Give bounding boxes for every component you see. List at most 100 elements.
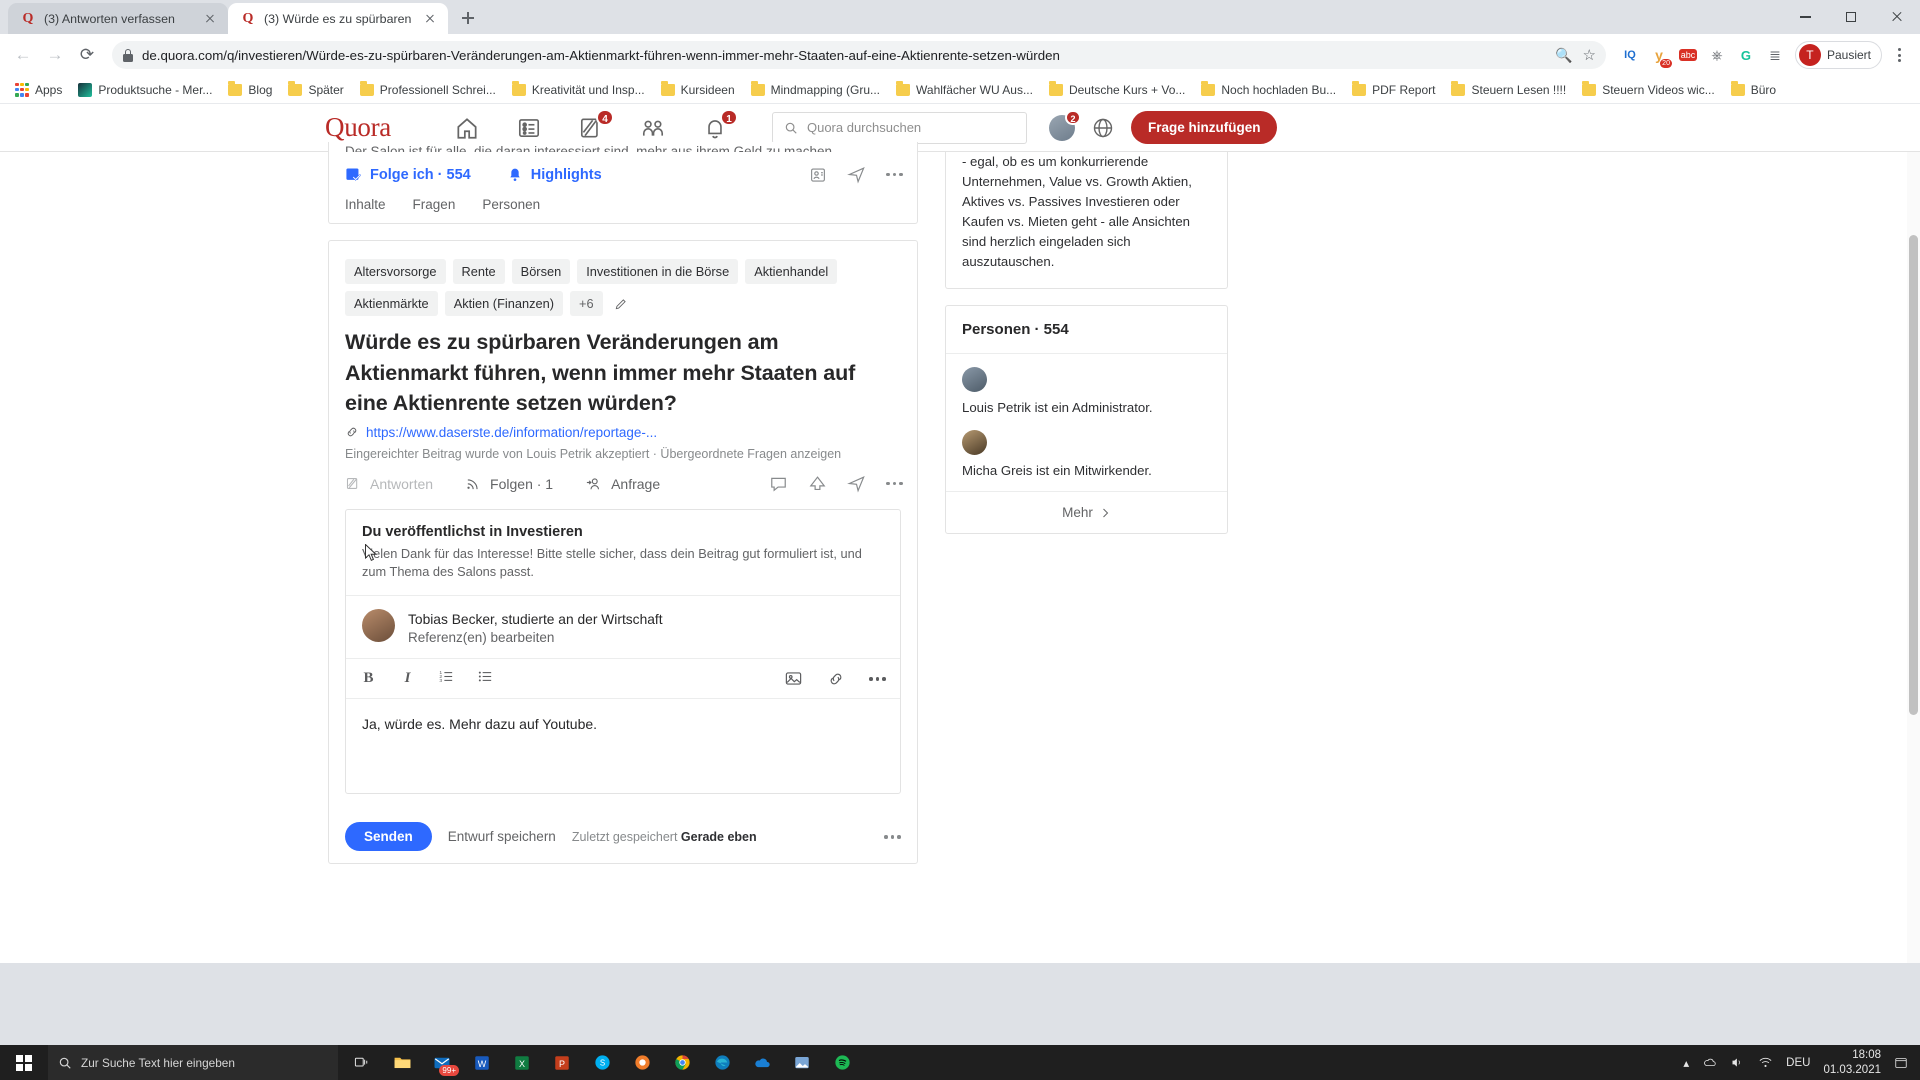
send-button[interactable]: Senden: [345, 822, 432, 852]
pencil-edit-icon[interactable]: [610, 291, 632, 316]
edit-credentials-link[interactable]: Referenz(en) bearbeiten: [408, 630, 663, 645]
word-icon[interactable]: W: [462, 1045, 502, 1080]
bookmark-steuern-lesen[interactable]: Steuern Lesen !!!!: [1444, 80, 1573, 100]
extension-abc-icon[interactable]: abc: [1674, 41, 1702, 69]
quora-logo[interactable]: Quora: [325, 112, 391, 143]
highlights-button[interactable]: Highlights: [507, 167, 602, 183]
share-arrow-icon[interactable]: [847, 474, 866, 493]
tab-personen[interactable]: Personen: [482, 197, 540, 212]
taskbar-search-input[interactable]: Zur Suche Text hier eingeben: [48, 1045, 338, 1080]
extension-list-icon[interactable]: ≣: [1761, 41, 1789, 69]
invite-person-icon[interactable]: [809, 166, 827, 184]
new-tab-button[interactable]: [454, 4, 482, 32]
answer-textarea[interactable]: Ja, würde es. Mehr dazu auf Youtube.: [346, 699, 900, 793]
browser-orange-icon[interactable]: [622, 1045, 662, 1080]
bookmark-professionell-schreiben[interactable]: Professionell Schrei...: [353, 80, 503, 100]
tab-fragen[interactable]: Fragen: [413, 197, 456, 212]
list-item[interactable]: Micha Greis ist ein Mitwirkender.: [946, 417, 1227, 491]
forward-button[interactable]: →: [40, 40, 70, 70]
avatar[interactable]: [362, 608, 395, 642]
follow-action[interactable]: Folgen · 1: [465, 475, 553, 492]
bookmark-kreativitaet[interactable]: Kreativität und Insp...: [505, 80, 652, 100]
answer-action[interactable]: Antworten: [345, 475, 433, 492]
topic-chip[interactable]: Altersvorsorge: [345, 259, 446, 284]
topic-chip[interactable]: Aktien (Finanzen): [444, 291, 563, 316]
task-view-icon[interactable]: [342, 1045, 382, 1080]
more-options-icon[interactable]: [886, 172, 903, 177]
bold-icon[interactable]: B: [360, 670, 377, 687]
address-bar[interactable]: de.quora.com/q/investieren/Würde-es-zu-s…: [112, 41, 1606, 69]
back-button[interactable]: ←: [8, 40, 38, 70]
extension-yellow-icon[interactable]: y 20: [1645, 41, 1673, 69]
language-globe-icon[interactable]: [1091, 116, 1115, 140]
close-window-button[interactable]: [1874, 0, 1920, 34]
tab-close-icon[interactable]: [422, 11, 438, 27]
search-zoom-icon[interactable]: 🔍: [1555, 47, 1572, 64]
bookmark-deutsche-kurs[interactable]: Deutsche Kurs + Vo...: [1042, 80, 1192, 100]
extension-iq-icon[interactable]: IQ: [1616, 41, 1644, 69]
onedrive-tray-icon[interactable]: [1702, 1055, 1717, 1070]
windows-start-icon[interactable]: [0, 1045, 48, 1080]
more-options-icon[interactable]: [884, 834, 901, 839]
photos-icon[interactable]: [782, 1045, 822, 1080]
show-hidden-icons[interactable]: ▴: [1683, 1056, 1689, 1070]
bulleted-list-icon[interactable]: [477, 668, 494, 689]
page-scrollbar[interactable]: [1907, 152, 1920, 963]
spotify-icon[interactable]: [822, 1045, 862, 1080]
chrome-icon[interactable]: [662, 1045, 702, 1080]
reload-button[interactable]: ⟳: [72, 40, 102, 70]
spaces-people-icon[interactable]: [640, 115, 666, 141]
browser-tab-2[interactable]: Q (3) Würde es zu spürbaren Verän: [228, 3, 448, 34]
onedrive-icon[interactable]: [742, 1045, 782, 1080]
following-button[interactable]: Folge ich · 554: [345, 166, 471, 183]
kebab-menu-icon[interactable]: [1886, 41, 1912, 69]
edge-icon[interactable]: [702, 1045, 742, 1080]
topic-chip[interactable]: Rente: [452, 259, 505, 284]
excel-icon[interactable]: X: [502, 1045, 542, 1080]
bookmark-mindmapping[interactable]: Mindmapping (Gru...: [744, 80, 887, 100]
language-indicator[interactable]: DEU: [1786, 1057, 1810, 1069]
scrollbar-thumb[interactable]: [1909, 235, 1918, 715]
feed-list-icon[interactable]: [516, 115, 542, 141]
request-action[interactable]: Anfrage: [585, 475, 660, 493]
bookmark-steuern-videos[interactable]: Steuern Videos wic...: [1575, 80, 1722, 100]
numbered-list-icon[interactable]: 123: [438, 668, 455, 689]
more-options-icon[interactable]: [886, 481, 903, 486]
avatar[interactable]: 2: [1048, 109, 1081, 141]
skype-icon[interactable]: S: [582, 1045, 622, 1080]
bookmark-kursideen[interactable]: Kursideen: [654, 80, 742, 100]
bookmark-buero[interactable]: Büro: [1724, 80, 1783, 100]
bookmark-star-icon[interactable]: ☆: [1583, 46, 1596, 64]
home-icon[interactable]: [454, 115, 480, 141]
topic-chip[interactable]: Aktienmärkte: [345, 291, 438, 316]
answer-pencil-icon[interactable]: 4: [578, 108, 614, 141]
more-people-button[interactable]: Mehr: [946, 491, 1227, 533]
action-center-icon[interactable]: [1894, 1056, 1908, 1070]
minimize-button[interactable]: [1782, 0, 1828, 34]
bookmark-blog[interactable]: Blog: [221, 80, 279, 100]
insert-link-icon[interactable]: [827, 670, 845, 688]
bookmark-pdf-report[interactable]: PDF Report: [1345, 80, 1442, 100]
chrome-profile-button[interactable]: T Pausiert: [1794, 41, 1882, 69]
browser-tab-1[interactable]: Q (3) Antworten verfassen: [8, 3, 228, 34]
file-explorer-icon[interactable]: [382, 1045, 422, 1080]
save-draft-button[interactable]: Entwurf speichern: [448, 829, 556, 844]
insert-image-icon[interactable]: [784, 669, 803, 688]
tab-inhalte[interactable]: Inhalte: [345, 197, 386, 212]
share-arrow-icon[interactable]: [847, 165, 866, 184]
topics-more-chip[interactable]: +6: [569, 291, 603, 316]
bookmark-apps[interactable]: Apps: [8, 80, 69, 100]
more-options-icon[interactable]: [869, 676, 886, 681]
clock[interactable]: 18:08 01.03.2021: [1823, 1048, 1881, 1077]
extension-puzzle-icon[interactable]: ⎈: [1703, 41, 1731, 69]
bookmark-wahlfaecher[interactable]: Wahlfächer WU Aus...: [889, 80, 1040, 100]
tab-close-icon[interactable]: [202, 11, 218, 27]
topic-chip[interactable]: Börsen: [511, 259, 571, 284]
outlook-mail-icon[interactable]: 99+: [422, 1045, 462, 1080]
network-icon[interactable]: [1758, 1055, 1773, 1070]
bookmark-spaeter[interactable]: Später: [281, 80, 350, 100]
powerpoint-icon[interactable]: P: [542, 1045, 582, 1080]
downvote-icon[interactable]: [808, 474, 827, 493]
italic-icon[interactable]: I: [399, 670, 416, 687]
topic-chip[interactable]: Aktienhandel: [745, 259, 838, 284]
